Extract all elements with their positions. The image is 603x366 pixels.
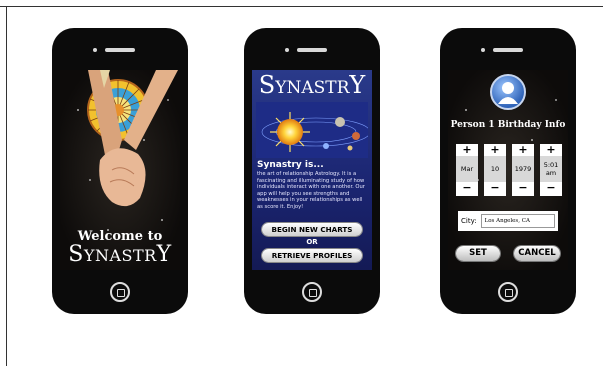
frame-border-left bbox=[6, 6, 7, 366]
city-field-group: City: Los Angeles, CA bbox=[458, 211, 558, 231]
month-picker: + Mar − bbox=[456, 144, 478, 196]
day-value: 10 bbox=[484, 156, 506, 182]
retrieve-profiles-button[interactable]: RETRIEVE PROFILES bbox=[262, 249, 362, 262]
year-decrement-button[interactable]: − bbox=[512, 182, 534, 194]
set-button[interactable]: SET bbox=[456, 246, 500, 261]
user-icon bbox=[498, 82, 518, 104]
welcome-screen[interactable]: Welcome to SYNASTRY bbox=[60, 70, 180, 270]
earpiece-icon bbox=[93, 48, 135, 52]
earpiece-icon bbox=[285, 48, 327, 52]
year-increment-button[interactable]: + bbox=[512, 144, 534, 156]
time-decrement-button[interactable]: − bbox=[540, 182, 562, 194]
day-increment-button[interactable]: + bbox=[484, 144, 506, 156]
home-button[interactable] bbox=[302, 282, 322, 302]
time-picker: + 5:01 am − bbox=[540, 144, 562, 196]
intro-screen: SYNASTRY Synastry is... the art of relat… bbox=[252, 70, 372, 270]
frame-border-top bbox=[0, 6, 603, 7]
app-logo-wordmark: SYNASTRY bbox=[252, 70, 372, 99]
begin-new-charts-button[interactable]: BEGIN NEW CHARTS bbox=[262, 223, 362, 236]
year-picker: + 1979 − bbox=[512, 144, 534, 196]
logo-letters-middle: YNASTR bbox=[83, 246, 157, 265]
app-logo-wordmark: SYNASTRY bbox=[60, 242, 180, 267]
month-increment-button[interactable]: + bbox=[456, 144, 478, 156]
time-value: 5:01 am bbox=[540, 156, 562, 182]
logo-letter-first: S bbox=[258, 71, 276, 99]
or-separator: OR bbox=[306, 238, 318, 246]
month-decrement-button[interactable]: − bbox=[456, 182, 478, 194]
phone-mockup-birthday: Person 1 Birthday Info + Mar − + 10 − + … bbox=[440, 28, 576, 314]
solar-system-illustration bbox=[256, 102, 368, 158]
phone-mockup-welcome: Welcome to SYNASTRY bbox=[52, 28, 188, 314]
month-value: Mar bbox=[456, 156, 478, 182]
day-picker: + 10 − bbox=[484, 144, 506, 196]
city-input[interactable]: Los Angeles, CA bbox=[480, 214, 555, 228]
home-button[interactable] bbox=[498, 282, 518, 302]
phone-mockup-intro: SYNASTRY Synastry is... the art of relat… bbox=[244, 28, 380, 314]
welcome-text-block: Welcome to SYNASTRY bbox=[60, 229, 180, 266]
page-title: Person 1 Birthday Info bbox=[450, 120, 566, 130]
cancel-button[interactable]: CANCEL bbox=[514, 246, 560, 261]
city-label: City: bbox=[461, 217, 477, 225]
logo-letter-last: Y bbox=[156, 242, 172, 267]
time-increment-button[interactable]: + bbox=[540, 144, 562, 156]
profile-avatar[interactable] bbox=[490, 74, 526, 110]
day-decrement-button[interactable]: − bbox=[484, 182, 506, 194]
about-title: Synastry is... bbox=[257, 160, 324, 170]
home-button[interactable] bbox=[110, 282, 130, 302]
earpiece-icon bbox=[481, 48, 523, 52]
about-section: Synastry is... the art of relationship A… bbox=[257, 160, 369, 211]
birthday-info-screen: Person 1 Birthday Info + Mar − + 10 − + … bbox=[448, 70, 568, 270]
logo-letter-first: S bbox=[68, 242, 84, 267]
logo-letters-middle: YNASTR bbox=[275, 78, 350, 98]
about-description: the art of relationship Astrology. It is… bbox=[257, 171, 365, 210]
year-value: 1979 bbox=[512, 156, 534, 182]
logo-letter-last: Y bbox=[349, 71, 366, 99]
